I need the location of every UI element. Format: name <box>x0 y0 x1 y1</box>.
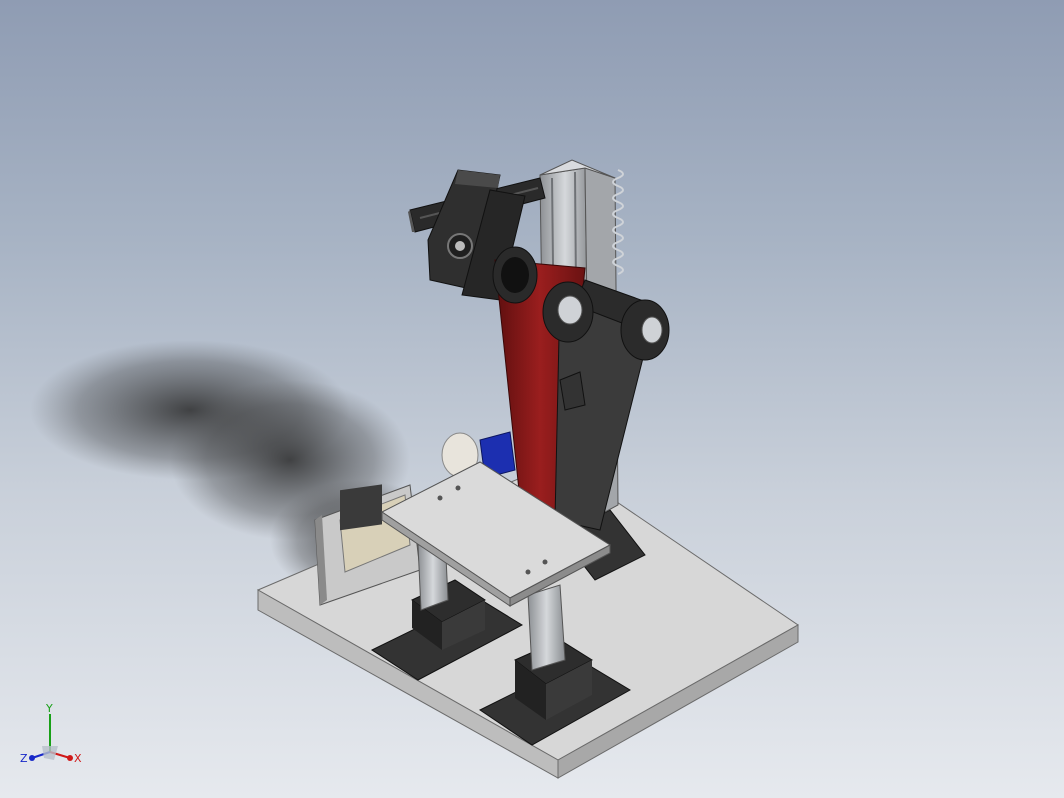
x-axis-tip-icon <box>67 755 73 761</box>
z-axis-label: Z <box>20 752 28 765</box>
wrist-joint[interactable] <box>620 299 670 361</box>
z-axis-tip-icon <box>29 755 35 761</box>
y-axis-label: Y <box>45 702 53 715</box>
cad-viewport[interactable]: Y X Z <box>0 0 1064 798</box>
elbow-joint[interactable] <box>542 281 594 343</box>
orientation-triad: Y X Z <box>20 702 82 765</box>
triad-center-icon <box>42 746 58 760</box>
x-axis-label: X <box>74 752 82 765</box>
robot-arm-assembly-model[interactable] <box>0 0 1064 798</box>
